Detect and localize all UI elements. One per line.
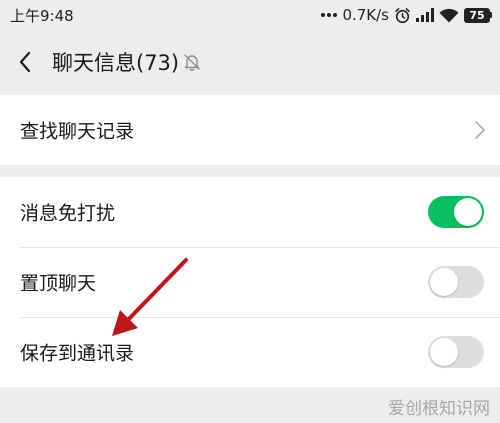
toggle-knob (454, 198, 482, 226)
do-not-disturb-toggle[interactable] (428, 196, 484, 228)
chevron-right-icon (474, 120, 486, 140)
page-title: 聊天信息(73) (52, 51, 180, 75)
toggle-knob (430, 268, 458, 296)
pin-chat-label: 置顶聊天 (20, 272, 97, 295)
battery-level: 75 (464, 7, 490, 23)
signal-dots-icon (321, 12, 338, 18)
search-chat-history-label: 查找聊天记录 (20, 120, 135, 143)
save-to-contacts-label: 保存到通讯录 (20, 342, 135, 365)
network-speed: 0.7K/s (342, 6, 389, 24)
watermark: 爱创根知识网 (388, 399, 490, 419)
signal-bars-icon (416, 8, 434, 22)
pin-chat-row: 置顶聊天 (0, 247, 500, 317)
back-chevron-icon[interactable] (14, 50, 38, 74)
do-not-disturb-label: 消息免打扰 (20, 202, 116, 225)
alarm-icon (394, 7, 411, 24)
save-to-contacts-row: 保存到通讯录 (0, 317, 500, 387)
search-section: 查找聊天记录 (0, 95, 500, 165)
pin-chat-toggle[interactable] (428, 266, 484, 298)
status-bar: 上午9:48 0.7K/s 75 (0, 0, 500, 30)
wifi-icon (439, 8, 459, 23)
toggle-knob (430, 338, 458, 366)
battery-icon: 75 (464, 7, 492, 23)
nav-bar: 聊天信息(73) (0, 30, 500, 94)
status-indicators: 0.7K/s 75 (321, 4, 492, 26)
do-not-disturb-row: 消息免打扰 (0, 177, 500, 247)
battery-tip (490, 12, 492, 18)
save-to-contacts-toggle[interactable] (428, 336, 484, 368)
chat-settings-section: 消息免打扰 置顶聊天 保存到通讯录 (0, 177, 500, 387)
status-time: 上午9:48 (10, 7, 74, 25)
search-chat-history-row[interactable]: 查找聊天记录 (0, 95, 500, 165)
bell-muted-icon (182, 52, 202, 72)
